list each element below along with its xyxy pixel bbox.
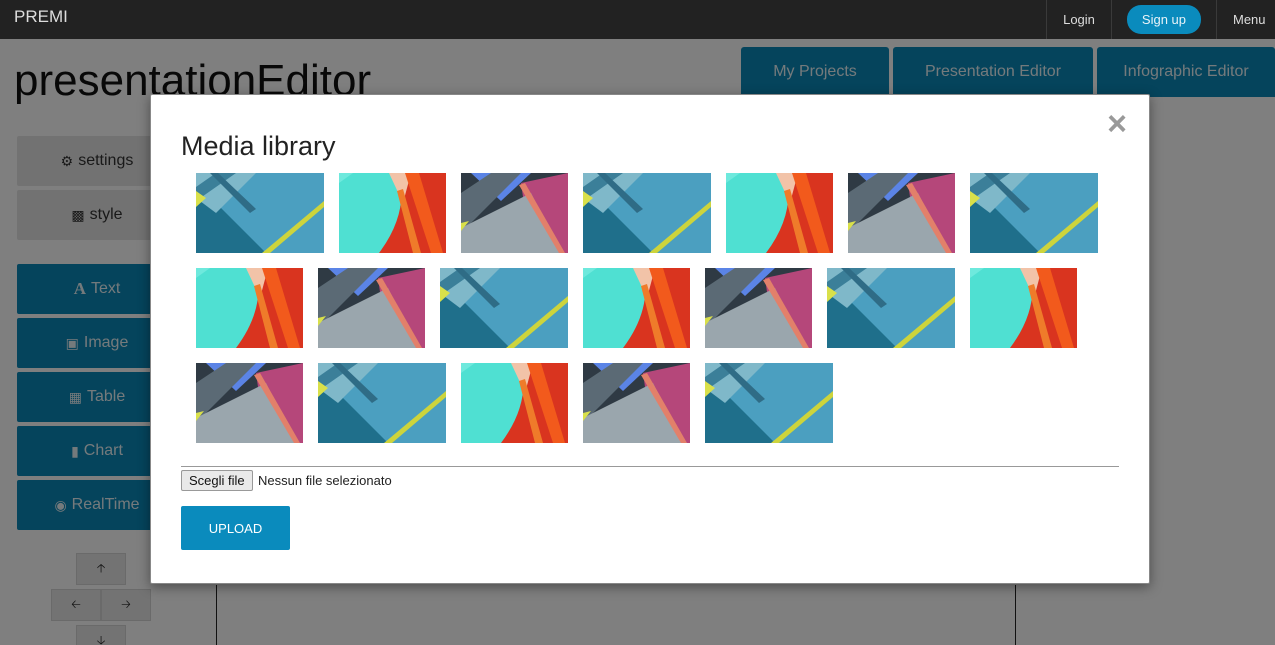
modal-title: Media library [181,131,336,161]
media-thumbnail[interactable] [196,363,303,443]
navbar-right: Login Sign up Menu [1046,0,1275,39]
media-thumbnail[interactable] [970,173,1098,253]
media-thumbnail[interactable] [848,173,955,253]
media-thumbnail[interactable] [461,363,568,443]
close-icon[interactable]: × [1107,107,1127,141]
media-thumbnail[interactable] [583,173,711,253]
nav-divider [1110,0,1112,39]
media-thumbnail[interactable] [970,268,1077,348]
media-thumbnail[interactable] [705,268,812,348]
media-thumbnail[interactable] [196,173,324,253]
media-thumbnail[interactable] [705,363,833,443]
media-thumbnail[interactable] [827,268,955,348]
media-library-modal: × Media library Scegli file Nessun file … [150,94,1150,584]
media-thumbnail[interactable] [339,173,446,253]
top-navbar: PREMI Login Sign up Menu [0,0,1275,39]
media-thumbnail[interactable] [318,268,425,348]
media-thumbnail[interactable] [196,268,303,348]
choose-file-button[interactable]: Scegli file [181,470,253,491]
media-thumbnail[interactable] [583,268,690,348]
media-thumbnail[interactable] [583,363,690,443]
upload-button[interactable]: UPLOAD [181,506,290,550]
file-status-text: Nessun file selezionato [258,473,392,488]
brand-logo[interactable]: PREMI [14,7,68,27]
signup-button[interactable]: Sign up [1126,5,1201,34]
divider [181,466,1119,467]
login-link[interactable]: Login [1047,12,1111,27]
media-thumbnail[interactable] [318,363,446,443]
media-thumbnail[interactable] [726,173,833,253]
media-thumbnail[interactable] [461,173,568,253]
media-thumbnail[interactable] [440,268,568,348]
menu-button[interactable]: Menu [1217,12,1275,27]
